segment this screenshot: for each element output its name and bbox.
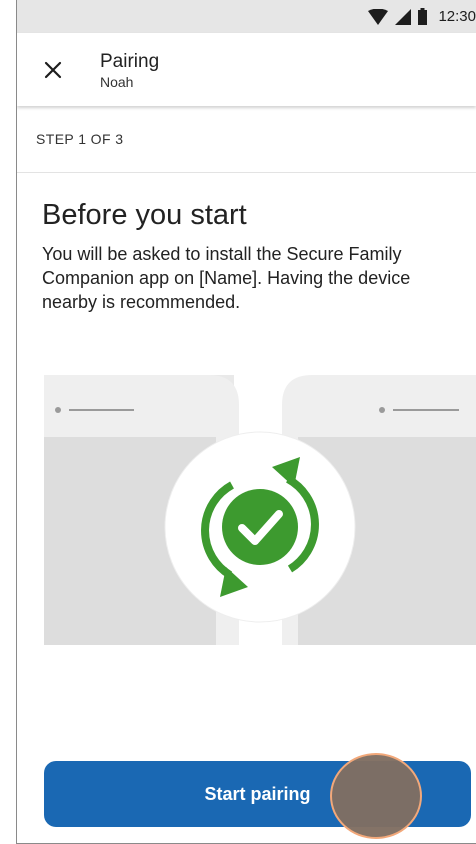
page-subtitle: Noah — [100, 74, 134, 90]
sync-check-icon — [164, 431, 356, 623]
step-indicator: STEP 1 OF 3 — [36, 131, 124, 147]
pairing-illustration — [44, 375, 476, 645]
app-bar: Pairing Noah — [17, 33, 476, 106]
cell-signal-icon — [395, 8, 412, 25]
touch-indicator — [330, 753, 422, 839]
title-group: Pairing Noah — [100, 51, 159, 90]
section-heading: Before you start — [42, 199, 247, 231]
divider — [17, 172, 476, 173]
instruction-text: You will be asked to install the Secure … — [42, 244, 411, 312]
status-bar: 12:30 — [17, 0, 476, 33]
app-screen: 12:30 Pairing Noah STEP 1 OF 3 Before yo… — [16, 0, 476, 844]
wifi-icon — [368, 8, 389, 25]
page-title: Pairing — [100, 51, 160, 72]
status-time: 12:30 — [438, 8, 476, 25]
close-icon — [44, 61, 62, 79]
battery-icon — [418, 8, 428, 25]
close-button[interactable] — [39, 56, 67, 84]
